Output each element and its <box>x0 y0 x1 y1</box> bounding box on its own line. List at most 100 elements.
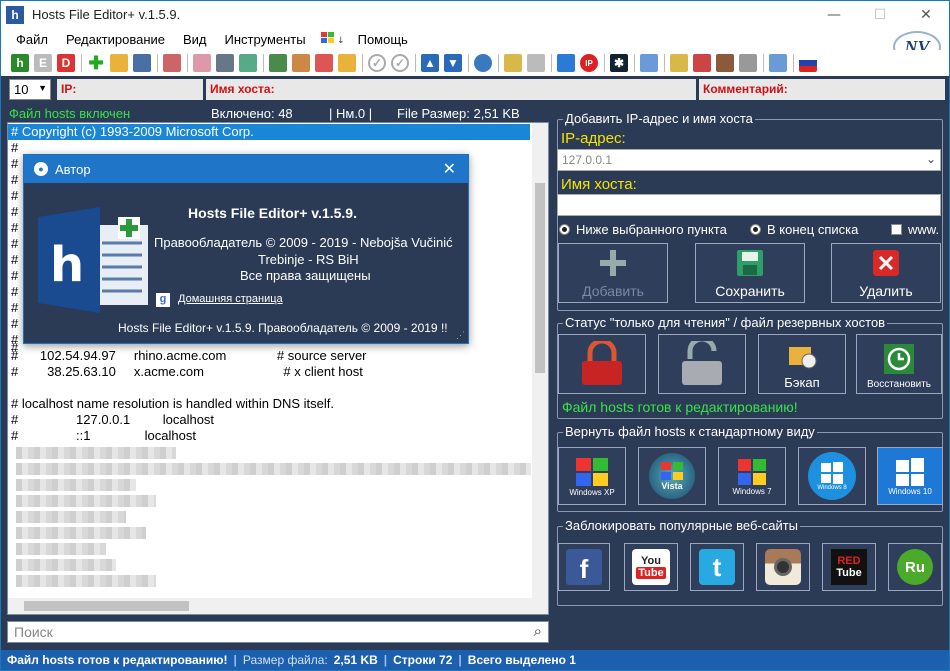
unlock-button[interactable] <box>658 334 746 394</box>
checkbox-box[interactable] <box>891 224 902 235</box>
menu-edit[interactable]: Редактирование <box>57 32 174 47</box>
restore-windows-8-button[interactable]: Windows 8 <box>798 447 866 505</box>
add-button[interactable]: Добавить <box>558 243 668 303</box>
editor-line[interactable]: # 38.25.63.10 x.acme.com # x client host <box>11 364 363 380</box>
expand-icon[interactable] <box>769 54 787 72</box>
network-icon[interactable] <box>640 54 658 72</box>
ip-address-input[interactable]: 127.0.0.1 ⌄ <box>557 149 941 171</box>
doc-red-icon[interactable] <box>315 54 333 72</box>
radio-below-selected[interactable]: Ниже выбранного пункта <box>559 222 727 237</box>
editor-line[interactable]: # <box>11 284 18 300</box>
windows-flag-icon[interactable]: ↓ <box>315 30 349 49</box>
block-twitter-button[interactable]: t <box>690 543 744 591</box>
lock-readonly-button[interactable] <box>558 334 646 394</box>
bug-icon[interactable]: ✱ <box>610 54 628 72</box>
radio-end-of-list[interactable]: В конец списка <box>750 222 858 237</box>
globe-icon[interactable] <box>474 54 492 72</box>
ip-icon[interactable]: IP <box>580 54 598 72</box>
editor-line[interactable]: # <box>11 236 18 252</box>
resize-grip-icon[interactable]: ⋰ <box>456 330 465 341</box>
tools-icon[interactable] <box>163 54 181 72</box>
toolbar-separator <box>498 54 499 72</box>
restore-vista-button[interactable]: Vista <box>638 447 706 505</box>
editor-line[interactable]: # <box>11 172 18 188</box>
menu-tools[interactable]: Инструменты <box>216 32 315 47</box>
export-icon[interactable] <box>269 54 287 72</box>
close-button[interactable]: ✕ <box>903 1 949 28</box>
block-instagram-button[interactable] <box>756 543 810 591</box>
pen-icon[interactable] <box>670 54 688 72</box>
editor-line[interactable]: # <box>11 220 18 236</box>
restore-windows-7-button[interactable]: Windows 7 <box>718 447 786 505</box>
toolbar-separator <box>664 54 665 72</box>
move-up-icon[interactable]: ▲ <box>421 54 439 72</box>
restore-windows-10-button[interactable]: Windows 10 <box>877 447 943 505</box>
check-icon[interactable]: ✓ <box>368 54 386 72</box>
puzzle-icon[interactable] <box>504 54 522 72</box>
open-folder-icon[interactable] <box>110 54 128 72</box>
editor-line[interactable]: # <box>11 316 18 332</box>
search-input[interactable]: Поиск ⌕ <box>7 621 549 643</box>
www-checkbox[interactable]: www. <box>891 222 939 237</box>
editor-line[interactable]: # <box>11 156 18 172</box>
block-ru-button[interactable]: Ru <box>888 543 942 591</box>
flag-grey-icon[interactable] <box>527 54 545 72</box>
enable-e-icon[interactable]: E <box>34 54 52 72</box>
editor-horizontal-scrollbar[interactable] <box>8 598 548 614</box>
edit-icon[interactable] <box>193 54 211 72</box>
save-button[interactable]: Сохранить <box>695 243 805 303</box>
hostname-input[interactable] <box>557 194 941 216</box>
block-redtube-button[interactable]: RED Tube <box>822 543 876 591</box>
editor-line[interactable]: # ::1 localhost <box>11 428 196 444</box>
editor-line[interactable]: # 102.54.94.97 rhino.acme.com # source s… <box>11 348 367 364</box>
count-select[interactable]: 10 ▼ <box>9 79 51 100</box>
radio-dot[interactable] <box>559 224 570 235</box>
scrollbar-thumb[interactable] <box>535 183 545 373</box>
hostname-field[interactable]: Имя хоста: <box>206 79 696 100</box>
disable-d-icon[interactable]: D <box>57 54 75 72</box>
editor-line[interactable]: # <box>11 268 18 284</box>
backup-button[interactable]: Бэкап <box>758 334 846 394</box>
check-all-icon[interactable]: ✓ <box>391 54 409 72</box>
block-youtube-button[interactable]: You Tube <box>624 543 678 591</box>
editor-line[interactable]: # <box>11 252 18 268</box>
restore-windows-xp-button[interactable]: Windows XP <box>558 447 626 505</box>
scrollbar-thumb[interactable] <box>24 601 189 611</box>
editor-line[interactable]: # 127.0.0.1 localhost <box>11 412 214 428</box>
search-icon[interactable]: ⌕ <box>534 623 542 640</box>
move-down-icon[interactable]: ▼ <box>444 54 462 72</box>
lock-icon[interactable] <box>739 54 757 72</box>
editor-line[interactable]: # <box>11 300 18 316</box>
editor-line[interactable]: # Copyright (c) 1993-2009 Microsoft Corp… <box>8 124 530 140</box>
menu-file[interactable]: Файл <box>7 32 57 47</box>
list-icon[interactable] <box>216 54 234 72</box>
editor-line[interactable]: # <box>11 140 18 156</box>
grid-icon[interactable] <box>239 54 257 72</box>
block-facebook-button[interactable]: f <box>558 543 610 591</box>
windows-menu-icon[interactable] <box>557 54 575 72</box>
save-disk-icon[interactable] <box>133 54 151 72</box>
russian-flag-icon[interactable] <box>799 54 817 72</box>
user-flag-icon[interactable] <box>693 54 711 72</box>
homepage-link[interactable]: Домашняя страница <box>178 293 283 305</box>
menu-view[interactable]: Вид <box>174 32 216 47</box>
maximize-button[interactable]: ☐ <box>857 1 903 28</box>
menu-help[interactable]: Помощь <box>349 32 417 47</box>
minimize-button[interactable]: — <box>811 1 857 28</box>
box-icon[interactable] <box>716 54 734 72</box>
editor-line[interactable]: # localhost name resolution is handled w… <box>11 396 334 412</box>
ip-field[interactable]: IP: <box>57 79 203 100</box>
comment-field[interactable]: Комментарий: <box>699 79 945 100</box>
about-dialog-close-button[interactable]: ✕ <box>443 159 456 178</box>
delete-button[interactable]: Удалить <box>831 243 941 303</box>
doc-folder-icon[interactable] <box>338 54 356 72</box>
editor-line[interactable]: # <box>11 204 18 220</box>
hosts-h-icon[interactable]: h <box>11 54 29 72</box>
add-plus-icon[interactable]: ✚ <box>87 53 105 73</box>
restore-button[interactable]: Восстановить <box>856 334 942 394</box>
editor-vertical-scrollbar[interactable] <box>532 123 548 599</box>
editor-line[interactable]: # <box>11 188 18 204</box>
import-icon[interactable] <box>292 54 310 72</box>
radio-dot[interactable] <box>750 224 761 235</box>
chevron-down-icon[interactable]: ⌄ <box>926 152 936 166</box>
